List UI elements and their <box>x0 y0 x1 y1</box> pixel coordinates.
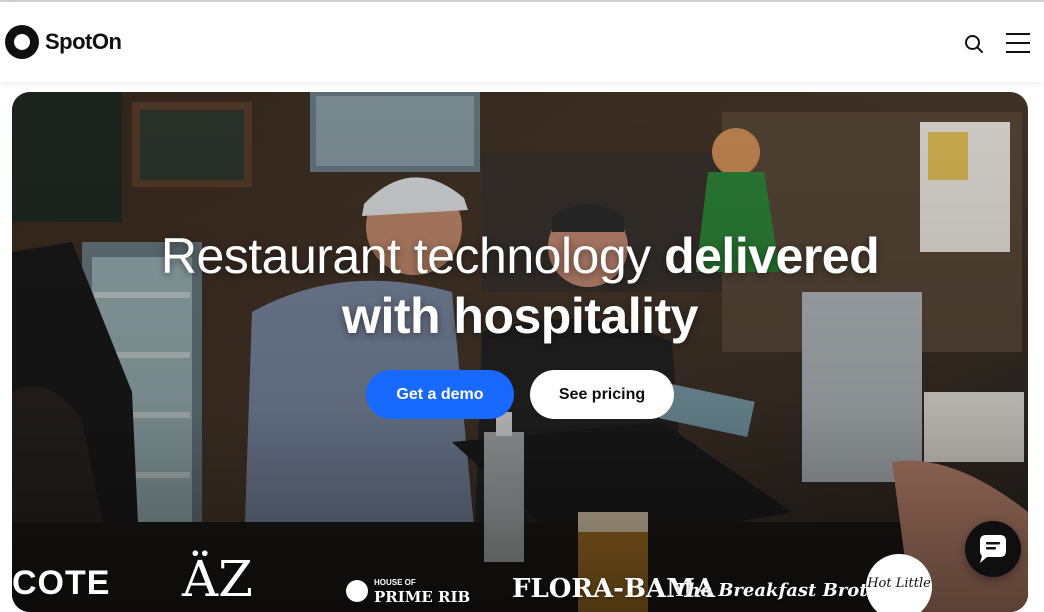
logo-text: SpotOn <box>45 29 122 54</box>
menu-button[interactable] <box>1004 32 1032 54</box>
logo-aa: ÄZ <box>182 550 253 608</box>
hero-headline: Restaurant technology delivered with hos… <box>12 226 1028 346</box>
get-a-demo-button[interactable]: Get a demo <box>366 370 514 419</box>
headline-light: Restaurant technology <box>160 228 651 284</box>
headline-bold-1: delivered <box>664 228 880 284</box>
logo-cote: COTE <box>12 564 111 602</box>
chat-bubble-icon <box>980 535 1006 563</box>
spoton-logo-mark <box>5 25 39 59</box>
prime-rib-emblem-icon <box>346 580 368 602</box>
logo-prime-rib-text: PRIME RIB <box>374 588 471 606</box>
hero-photo-bar-scene <box>12 92 1028 612</box>
chat-button[interactable] <box>965 521 1021 577</box>
headline-bold-2: with hospitality <box>342 288 698 344</box>
see-pricing-button[interactable]: See pricing <box>530 370 674 419</box>
spoton-logo[interactable]: SpotOn <box>5 24 122 60</box>
hamburger-menu-icon <box>1006 33 1030 35</box>
logo-hot-little-badge: Hot Little <box>866 554 932 612</box>
search-button[interactable] <box>962 32 986 56</box>
search-icon <box>965 35 983 53</box>
hero-section: Restaurant technology delivered with hos… <box>12 92 1028 612</box>
site-header: SpotOn <box>0 2 1044 82</box>
customer-logos-strip: COTE ÄZ HOUSE OF PRIME RIB FLORA-BAMA Th… <box>12 550 1028 612</box>
logo-house-of-text: HOUSE OF <box>374 578 416 587</box>
logo-hot-little-text: Hot Little <box>867 576 931 591</box>
